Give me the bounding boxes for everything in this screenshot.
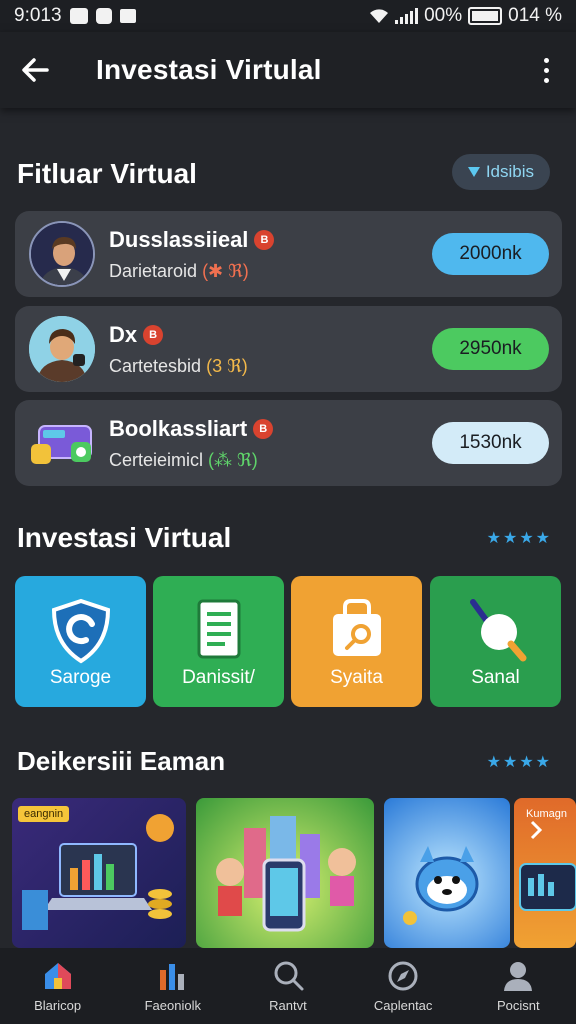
- document-icon: [197, 599, 240, 659]
- card-title: Boolkassliart: [109, 415, 248, 441]
- featured-card[interactable]: Dusslassiieal B Darietaroid (✱ ℜ) 2000nk: [15, 211, 562, 297]
- home-icon: [44, 962, 71, 989]
- category-label: Sanal: [471, 667, 520, 688]
- status-bar: 9:013 00% 014 %: [0, 0, 576, 32]
- badge-icon: B: [143, 324, 164, 345]
- filter-chip[interactable]: Idsibis: [451, 154, 550, 190]
- battery-percent: 00%: [424, 5, 463, 26]
- search-icon: [274, 961, 304, 990]
- nav-label: Pocisnt: [497, 997, 540, 1013]
- page-title: Investasi Virtulal: [96, 54, 322, 85]
- nav-label: Caplentac: [373, 997, 433, 1013]
- mascot-icon: [403, 846, 479, 925]
- featured-section-title: Fitluar Virtual: [17, 158, 197, 189]
- card-subtitle: Certeieimicl: [109, 449, 204, 470]
- promo-banner[interactable]: eangnin: [12, 798, 186, 948]
- category-label: Syaita: [330, 667, 383, 688]
- wifi-icon: [370, 9, 389, 23]
- more-options-button[interactable]: [516, 32, 576, 108]
- card-subtitle-accent: (✱ ℜ): [202, 260, 249, 281]
- nav-label: Faeoniolk: [144, 997, 201, 1013]
- notification-icon: [69, 8, 88, 24]
- featured-card[interactable]: Boolkassliart B Certeieimicl (⁂ ℜ) 1530nk: [15, 400, 562, 486]
- avatar: [29, 316, 95, 382]
- filter-chip-label: Idsibis: [485, 162, 534, 181]
- compass-icon: [388, 961, 418, 990]
- app-notification-icon: [95, 8, 112, 24]
- status-right-text: 014 %: [508, 5, 562, 26]
- shopping-bag-icon: [332, 599, 381, 656]
- category-tile-danissit[interactable]: Danissit/: [153, 576, 284, 707]
- battery-icon: [468, 7, 503, 25]
- promo-tag: eangnin: [18, 806, 70, 822]
- amount-button[interactable]: 2000nk: [432, 233, 549, 275]
- nav-item-portfolio[interactable]: Faeoniolk: [118, 960, 228, 1013]
- more-vertical-icon: [543, 57, 549, 63]
- avatar: [29, 221, 95, 287]
- rating-stars: ★★★★: [486, 754, 552, 771]
- back-button[interactable]: [0, 32, 70, 108]
- featured-card[interactable]: Dx B Cartetesbid (3 ℜ) 2950nk: [15, 306, 562, 392]
- nav-item-profile[interactable]: Pocisnt: [463, 960, 573, 1013]
- amount-button[interactable]: 1530nk: [432, 422, 549, 464]
- promo-tag: Kumagn: [526, 808, 567, 820]
- nav-item-search[interactable]: Rantvt: [233, 960, 343, 1013]
- promo-banner[interactable]: [196, 798, 374, 948]
- card-title: Dusslassiieal: [109, 226, 249, 252]
- category-tile-saroge[interactable]: Saroge: [15, 576, 146, 707]
- person-avatar-icon: [29, 316, 95, 382]
- card-title: Dx: [109, 321, 138, 347]
- lollipop-icon: [469, 599, 526, 662]
- status-time: 9:013: [14, 5, 62, 26]
- category-tile-syaita[interactable]: Syaita: [291, 576, 422, 707]
- shield-icon: [51, 598, 110, 664]
- category-label: Danissit/: [182, 667, 255, 688]
- promos-section-title: Deikersiii Eaman: [17, 746, 226, 776]
- card-subtitle-accent: (⁂ ℜ): [208, 449, 258, 470]
- nav-item-explore[interactable]: Caplentac: [348, 960, 458, 1013]
- promo-banner[interactable]: [384, 798, 510, 948]
- city-phone-icon: [216, 816, 356, 932]
- android-icon: [119, 9, 136, 23]
- bar-chart-icon: [159, 963, 184, 990]
- person-avatar-icon: [31, 223, 93, 285]
- card-subtitle-accent: (3 ℜ): [206, 355, 248, 376]
- nav-label: Rantvt: [269, 997, 307, 1013]
- nav-label: Blaricop: [34, 997, 82, 1013]
- amount-button[interactable]: 2950nk: [432, 328, 549, 370]
- bottom-navigation: Blaricop Faeoniolk Rantvt Caplentac Poci…: [0, 948, 576, 1024]
- profile-icon: [504, 961, 533, 991]
- nav-item-home[interactable]: Blaricop: [3, 960, 113, 1013]
- badge-icon: B: [254, 229, 275, 250]
- avatar: [29, 410, 95, 476]
- arrow-left-icon: [22, 58, 49, 82]
- signal-icon: [395, 8, 419, 24]
- card-subtitle: Darietaroid: [109, 260, 198, 281]
- promo-banner[interactable]: Kumagn: [514, 798, 576, 948]
- dropdown-triangle-icon: [467, 167, 480, 177]
- rating-stars: ★★★★: [486, 530, 552, 547]
- badge-icon: B: [253, 418, 274, 439]
- category-tile-sanal[interactable]: Sanal: [430, 576, 561, 707]
- categories-section-title: Investasi Virtual: [17, 522, 232, 553]
- category-label: Saroge: [49, 667, 112, 688]
- app-screens-icon: [31, 425, 92, 464]
- app-bar: Investasi Virtulal: [0, 32, 576, 108]
- card-subtitle: Cartetesbid: [109, 355, 202, 376]
